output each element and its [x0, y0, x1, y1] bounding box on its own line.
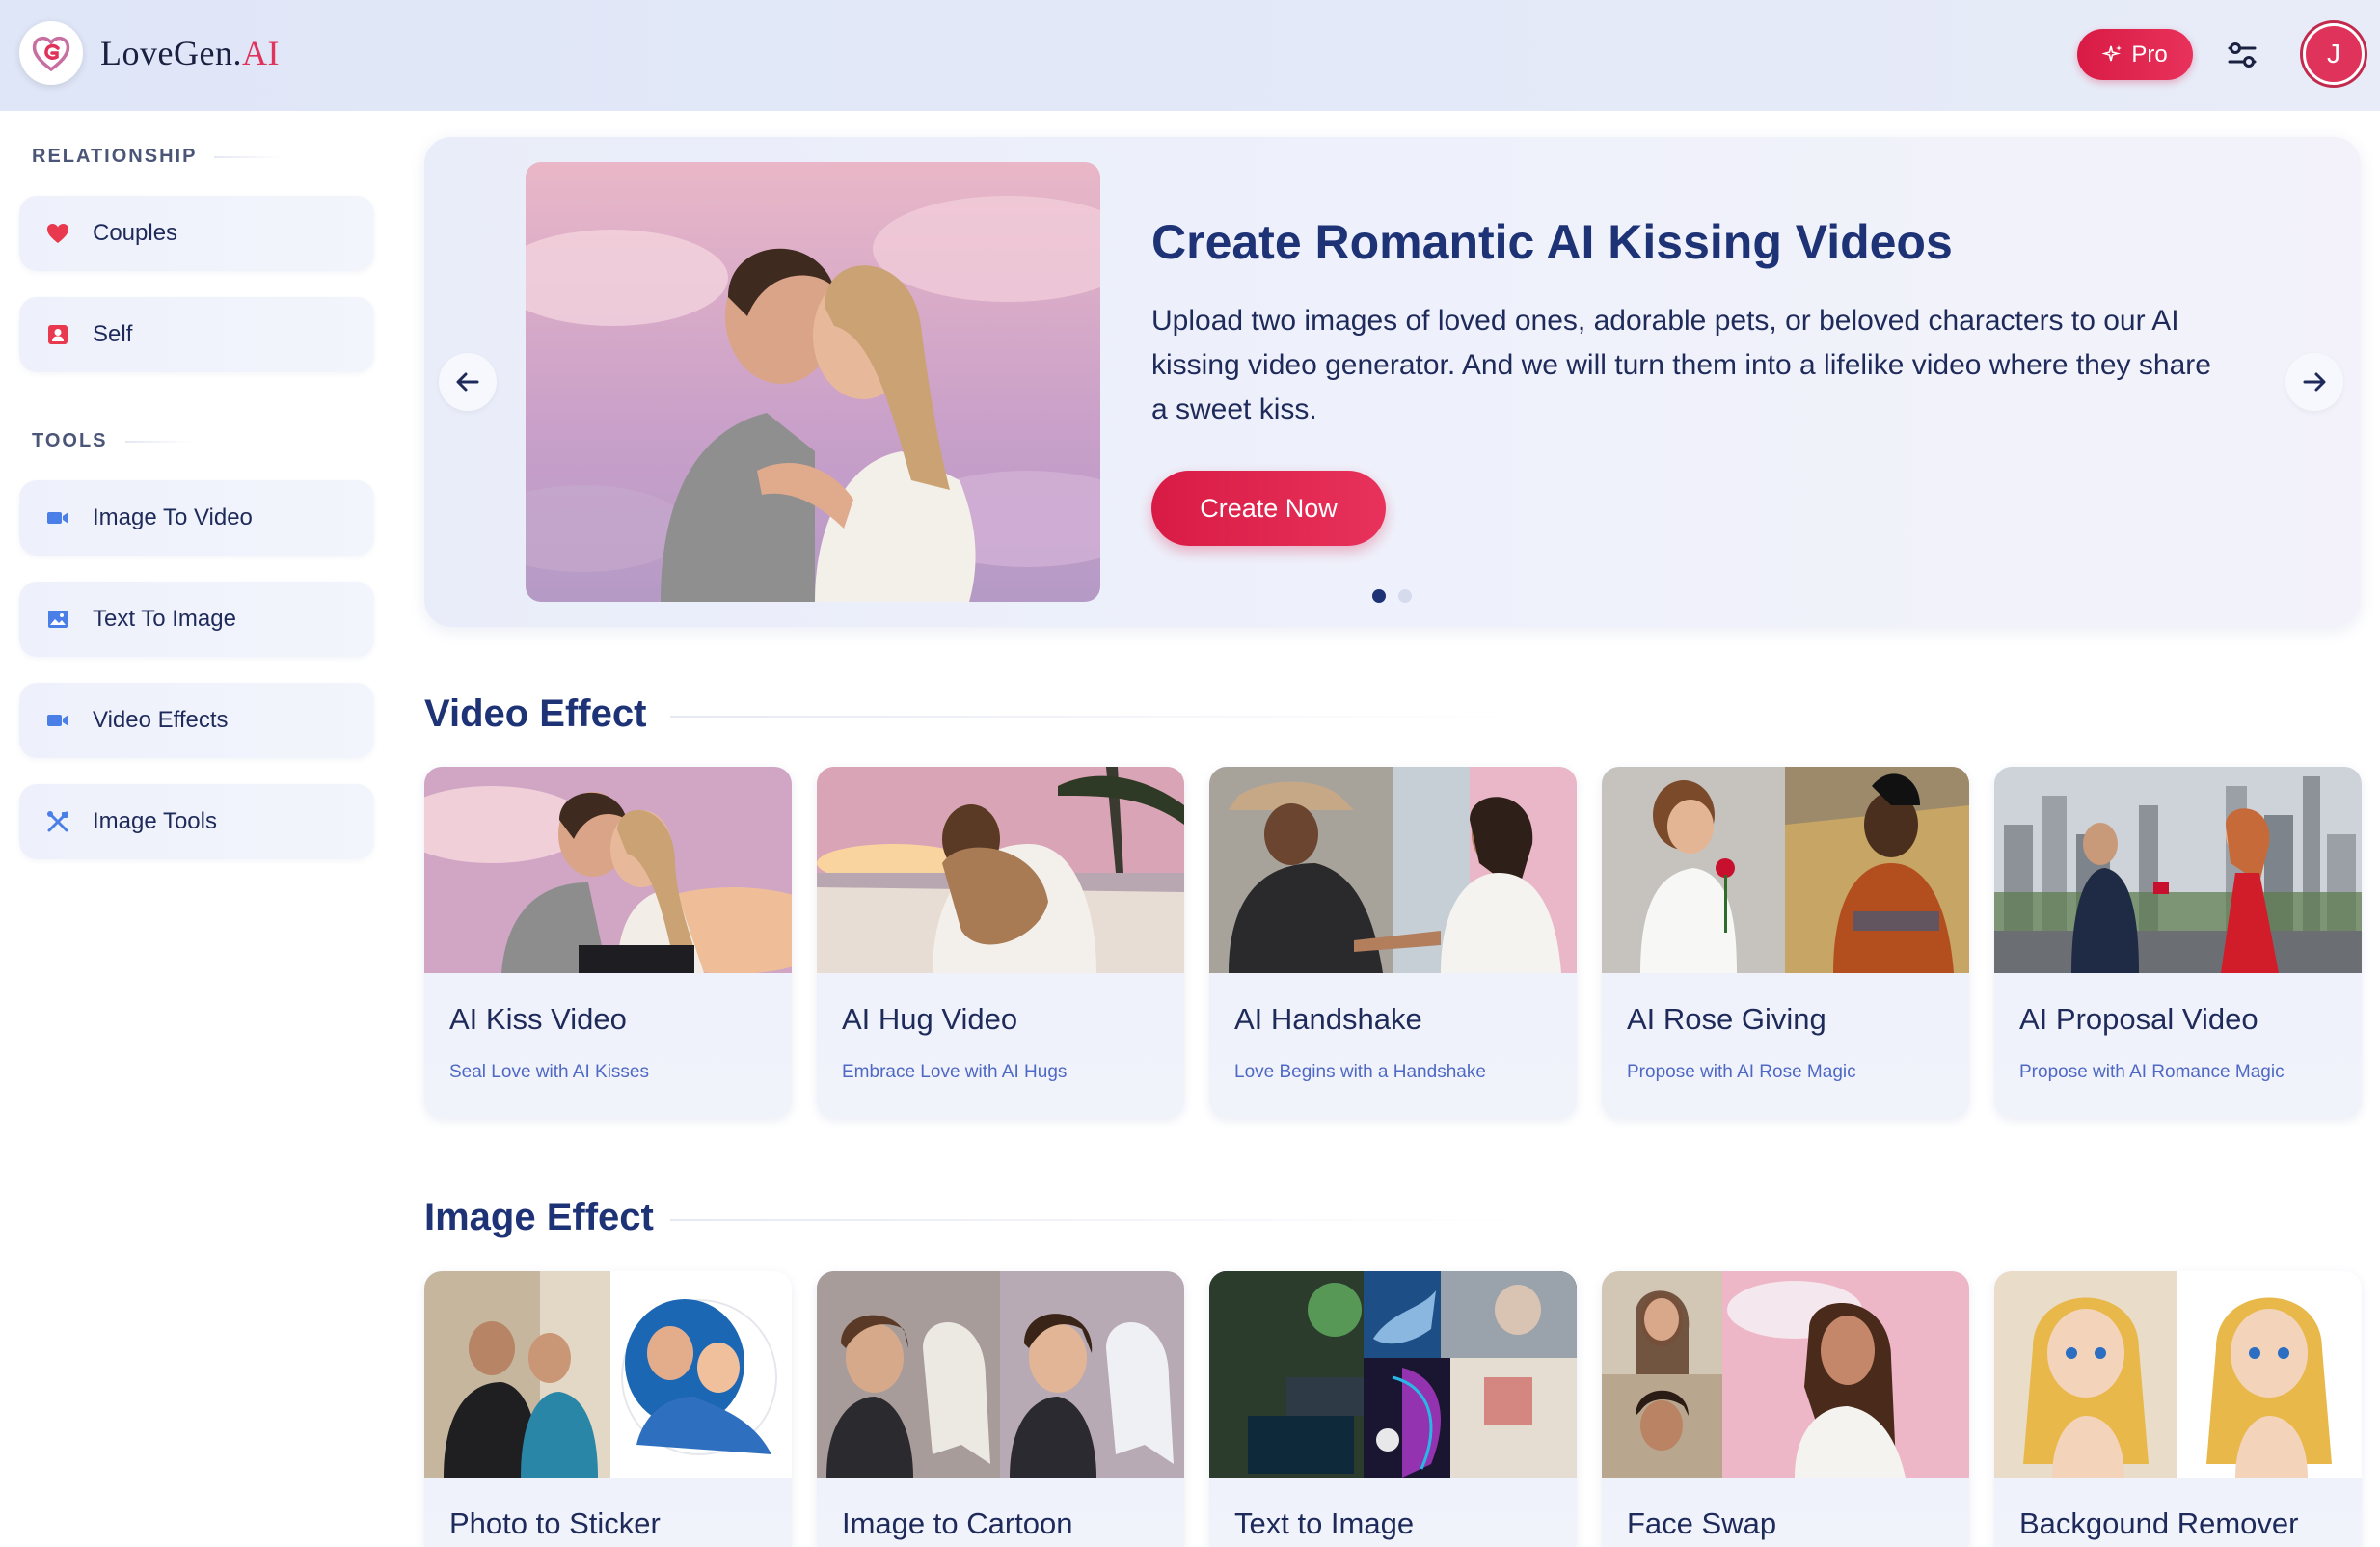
card-title: Text to Image: [1234, 1506, 1415, 1540]
image-icon: [44, 606, 71, 633]
sparkle-icon: [2102, 44, 2123, 61]
card-title: Face Swap: [1627, 1506, 1777, 1540]
card-title: Photo to Sticker: [449, 1506, 661, 1540]
prev-slide-button[interactable]: [439, 353, 497, 411]
sidebar-item-video-effects[interactable]: Video Effects: [19, 683, 374, 758]
brand-main-text: LoveGen.: [100, 34, 242, 72]
heart-icon: [44, 220, 71, 247]
card-subtitle: Propose with AI Romance Magic: [2019, 1062, 2285, 1082]
card-ai-handshake[interactable]: AI Handshake Love Begins with a Handshak…: [1209, 767, 1577, 1118]
sidebar: RELATIONSHIP Couples Self TOOLS Image To…: [0, 111, 395, 1547]
card-background-remover[interactable]: Backgound Remover: [1994, 1271, 2362, 1547]
section-title: TOOLS: [32, 430, 108, 451]
sidebar-item-label: Self: [93, 321, 133, 347]
sidebar-item-text-to-image[interactable]: Text To Image: [19, 582, 374, 657]
card-subtitle: Seal Love with AI Kisses: [449, 1062, 649, 1082]
thumbnail-rose: [1602, 767, 1969, 973]
section-tools: TOOLS: [32, 430, 193, 452]
thumbnail-kiss: [424, 767, 792, 973]
thumbnail-hug: [817, 767, 1184, 973]
card-face-swap[interactable]: Face Swap: [1602, 1271, 1969, 1547]
video-camera-icon: [44, 707, 71, 734]
next-slide-button[interactable]: [2285, 353, 2343, 411]
section-divider: [670, 1219, 1519, 1221]
card-title: AI Proposal Video: [2019, 1002, 2258, 1036]
top-header: LoveGen.AI Pro J: [0, 0, 2380, 111]
sidebar-item-label: Video Effects: [93, 707, 229, 733]
thumbnail-cartoon: [817, 1271, 1184, 1478]
arrow-left-icon: [456, 372, 479, 392]
thumbnail-face-swap: [1602, 1271, 1969, 1478]
sidebar-item-image-tools[interactable]: Image Tools: [19, 784, 374, 859]
card-ai-kiss-video[interactable]: AI Kiss Video Seal Love with AI Kisses: [424, 767, 792, 1118]
card-text-to-image[interactable]: Text to Image: [1209, 1271, 1577, 1547]
carousel-dot-active[interactable]: [1372, 589, 1386, 603]
card-subtitle: Propose with AI Rose Magic: [1627, 1062, 1856, 1082]
thumbnail-handshake: [1209, 767, 1577, 973]
sidebar-item-label: Image To Video: [93, 504, 253, 530]
carousel-dot[interactable]: [1398, 589, 1412, 603]
section-title-video-effect: Video Effect: [424, 692, 647, 735]
hero-description: Upload two images of loved ones, adorabl…: [1151, 305, 2211, 425]
card-title: AI Hug Video: [842, 1002, 1018, 1036]
video-camera-icon: [44, 504, 71, 531]
thumbnail-background-remover: [1994, 1271, 2362, 1478]
settings-sliders-icon[interactable]: [2224, 37, 2260, 73]
sidebar-item-label: Text To Image: [93, 606, 236, 632]
section-divider: [670, 716, 1519, 718]
card-subtitle: Embrace Love with AI Hugs: [842, 1062, 1068, 1082]
thumbnail-sticker: [424, 1271, 792, 1478]
pro-button[interactable]: Pro: [2077, 29, 2193, 80]
section-title-image-effect: Image Effect: [424, 1196, 654, 1238]
brand-name[interactable]: LoveGen.AI: [100, 33, 280, 73]
card-title: AI Handshake: [1234, 1002, 1422, 1036]
tools-icon: [44, 808, 71, 835]
sidebar-item-label: Couples: [93, 220, 178, 246]
card-ai-hug-video[interactable]: AI Hug Video Embrace Love with AI Hugs: [817, 767, 1184, 1118]
hero-image-kissing-couple: [526, 162, 1100, 602]
pro-label: Pro: [2131, 41, 2168, 68]
thumbnail-text-to-image: [1209, 1271, 1577, 1478]
card-title: Image to Cartoon: [842, 1506, 1073, 1540]
section-relationship: RELATIONSHIP: [32, 146, 283, 168]
card-title: Backgound Remover: [2019, 1506, 2299, 1540]
card-subtitle: Love Begins with a Handshake: [1234, 1062, 1486, 1082]
hero-title: Create Romantic AI Kissing Videos: [1151, 215, 1953, 269]
card-title: AI Kiss Video: [449, 1002, 627, 1036]
card-ai-proposal-video[interactable]: AI Proposal Video Propose with AI Romanc…: [1994, 767, 2362, 1118]
user-avatar[interactable]: J: [2303, 23, 2365, 85]
brand-ai-text: AI: [241, 34, 280, 72]
card-photo-to-sticker[interactable]: Photo to Sticker: [424, 1271, 792, 1547]
sidebar-item-image-to-video[interactable]: Image To Video: [19, 480, 374, 556]
section-title: RELATIONSHIP: [32, 146, 198, 167]
sidebar-item-label: Image Tools: [93, 808, 217, 834]
sidebar-item-couples[interactable]: Couples: [19, 196, 374, 271]
card-ai-rose-giving[interactable]: AI Rose Giving Propose with AI Rose Magi…: [1602, 767, 1969, 1118]
card-title: AI Rose Giving: [1627, 1002, 1826, 1036]
arrow-right-icon: [2303, 372, 2326, 392]
card-image-to-cartoon[interactable]: Image to Cartoon: [817, 1271, 1184, 1547]
person-card-icon: [44, 321, 71, 348]
create-now-button[interactable]: Create Now: [1151, 471, 1386, 546]
thumbnail-proposal: [1994, 767, 2362, 973]
sidebar-item-self[interactable]: Self: [19, 297, 374, 372]
logo-icon[interactable]: [19, 21, 83, 85]
